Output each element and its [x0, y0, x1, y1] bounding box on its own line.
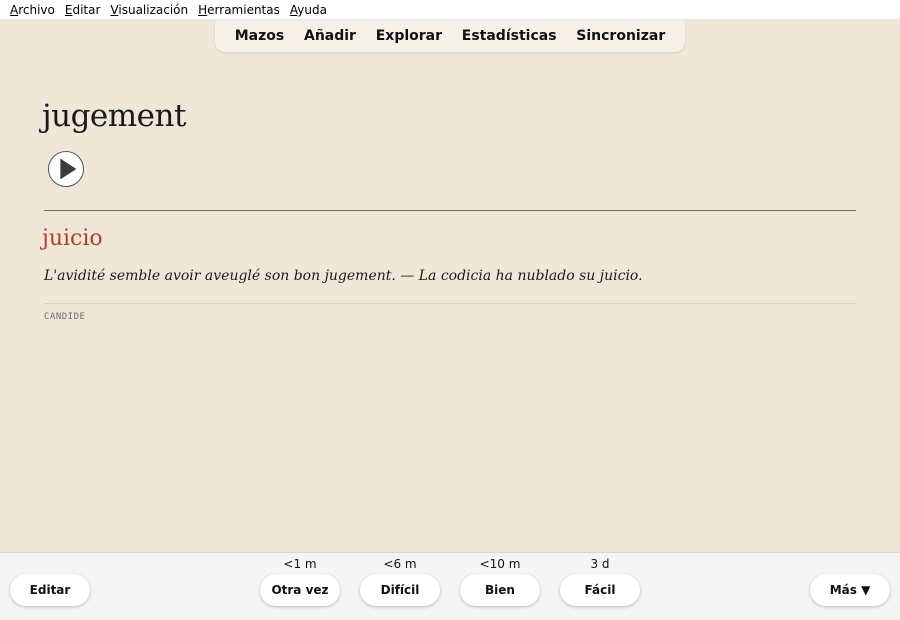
main-toolbar: Mazos Añadir Explorar Estadísticas Sincr…	[215, 20, 685, 52]
front-back-divider	[44, 210, 856, 211]
card-view: jugement juicio L'avidité semble avoir a…	[0, 52, 900, 552]
decks-button[interactable]: Mazos	[235, 28, 284, 44]
add-button[interactable]: Añadir	[304, 28, 356, 44]
more-button[interactable]: Más ▼	[810, 574, 890, 606]
interval-easy: 3 d	[590, 557, 610, 571]
interval-again: <1 m	[283, 557, 317, 571]
play-audio-button[interactable]	[48, 151, 84, 187]
card-back-word: juicio	[42, 226, 103, 251]
play-icon	[60, 158, 77, 180]
good-button[interactable]: Bien	[460, 574, 540, 606]
source-label: CANDIDE	[44, 312, 86, 322]
card-front-word: jugement	[42, 98, 186, 134]
easy-button[interactable]: Fácil	[560, 574, 640, 606]
menu-herramientas[interactable]: Herramientas	[194, 3, 284, 17]
menu-bar: Archivo Editar Visualización Herramienta…	[0, 0, 900, 20]
review-bottom-bar: Editar <1 m Otra vez <6 m Difícil <10 m …	[0, 552, 900, 620]
menu-ayuda[interactable]: Ayuda	[286, 3, 331, 17]
menu-archivo[interactable]: Archivo	[6, 3, 59, 17]
browse-button[interactable]: Explorar	[376, 28, 442, 44]
menu-editar[interactable]: Editar	[61, 3, 105, 17]
interval-hard: <6 m	[383, 557, 417, 571]
menu-visualizacion[interactable]: Visualización	[106, 3, 192, 17]
again-button[interactable]: Otra vez	[260, 574, 340, 606]
source-divider	[44, 303, 856, 304]
example-sentence: L'avidité semble avoir aveuglé son bon j…	[44, 268, 643, 284]
sync-button[interactable]: Sincronizar	[576, 28, 665, 44]
edit-button[interactable]: Editar	[10, 574, 90, 606]
hard-button[interactable]: Difícil	[360, 574, 440, 606]
stats-button[interactable]: Estadísticas	[462, 28, 557, 44]
interval-good: <10 m	[479, 557, 521, 571]
